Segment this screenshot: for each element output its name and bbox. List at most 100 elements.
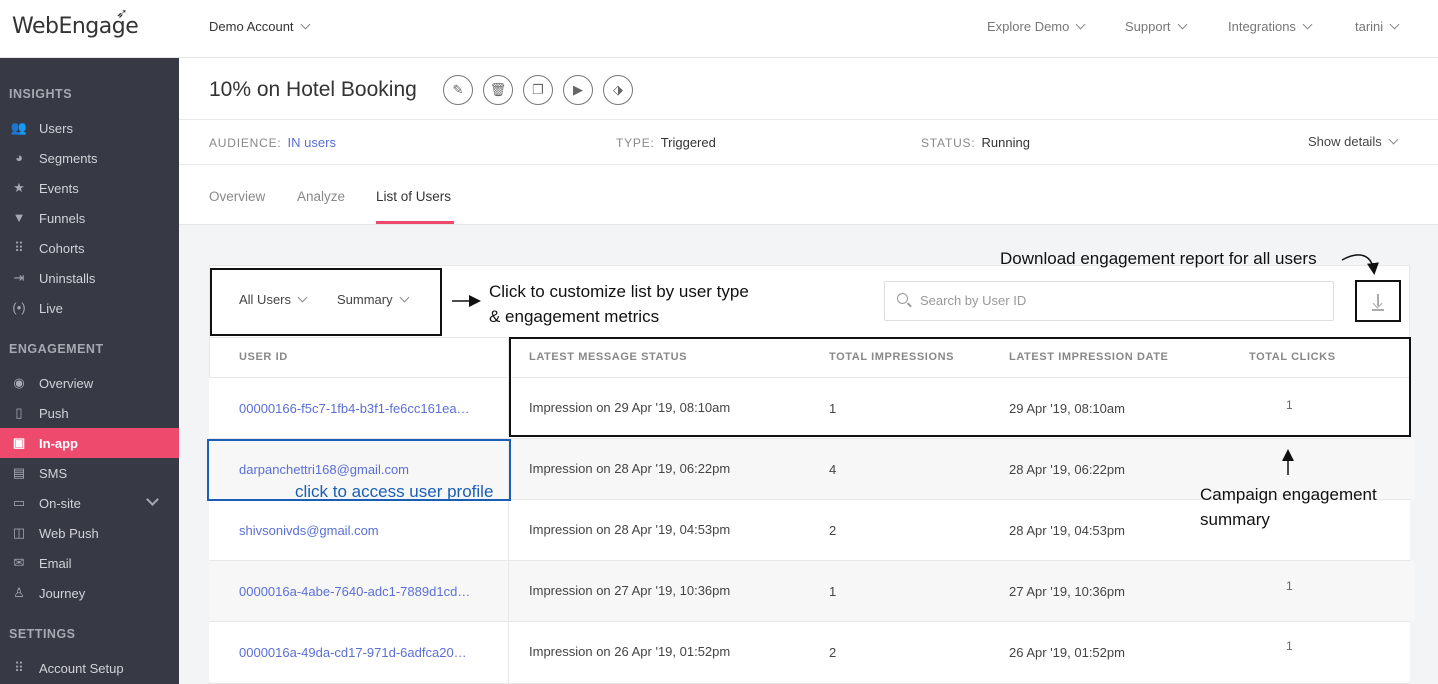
- sidebar-item-label: Overview: [39, 376, 94, 391]
- sidebar-item-label: Cohorts: [39, 241, 85, 256]
- chevron-down-icon: [1389, 19, 1400, 30]
- sidebar-item-events[interactable]: ★ Events: [0, 173, 179, 203]
- latest-impression-date: 27 Apr '19, 10:36pm: [1009, 584, 1125, 599]
- user-id-link[interactable]: shivsonivds@gmail.com: [239, 523, 379, 538]
- funnel-icon: ▼: [12, 210, 26, 225]
- sidebar-section-engagement: ENGAGEMENT: [9, 342, 104, 356]
- audience-meta: AUDIENCE: IN users: [209, 135, 336, 150]
- user-id-link[interactable]: 0000016a-49da-cd17-971d-6adfca20…: [239, 645, 467, 660]
- sidebar-section-insights: INSIGHTS: [9, 87, 73, 101]
- sidebar-item-uninstalls[interactable]: ⇥ Uninstalls: [0, 263, 179, 293]
- sidebar-item-overview[interactable]: ◉ Overview: [0, 368, 179, 398]
- webengage-logo[interactable]: WebEngage ➶: [12, 6, 139, 39]
- audience-key: AUDIENCE:: [209, 136, 282, 150]
- campaign-header: 10% on Hotel Booking ✎ 🗑 ❐ ▶ ⬗ AUDIENCE:…: [179, 58, 1438, 225]
- sidebar-item-label: Email: [39, 556, 72, 571]
- user-menu[interactable]: tarini: [1355, 19, 1400, 34]
- inapp-icon: ▣: [12, 435, 26, 450]
- audience-link[interactable]: IN users: [288, 135, 336, 150]
- download-button[interactable]: [1355, 280, 1401, 322]
- sidebar-item-label: Account Setup: [39, 661, 124, 676]
- sidebar-item-label: Uninstalls: [39, 271, 96, 286]
- message-status: Impression on 28 Apr '19, 04:53pm: [529, 522, 731, 537]
- sidebar-item-account-setup[interactable]: ⠿ Account Setup: [0, 653, 179, 683]
- profile-annotation: click to access user profile: [295, 482, 494, 501]
- divider: [209, 621, 1410, 622]
- total-impressions: 1: [829, 584, 837, 599]
- tab-overview[interactable]: Overview: [209, 189, 265, 204]
- sidebar-section-settings: SETTINGS: [9, 627, 76, 641]
- chevron-down-icon: [1177, 19, 1187, 30]
- chevron-down-icon: [1075, 19, 1086, 30]
- tag-icon[interactable]: ⬗: [603, 75, 633, 105]
- users-icon: 👥: [10, 120, 28, 135]
- user-id-link[interactable]: 0000016a-4abe-7640-adc1-7889d1cd…: [239, 584, 470, 599]
- top-bar: WebEngage ➶ Demo Account Explore Demo Sup…: [0, 0, 1438, 58]
- engagement-summary-highlight-box: [509, 337, 1411, 437]
- search-box[interactable]: [884, 281, 1334, 321]
- support-label: Support: [1125, 19, 1171, 34]
- email-icon: ✉: [13, 555, 25, 570]
- message-status: Impression on 27 Apr '19, 10:36pm: [529, 583, 731, 598]
- tab-analyze[interactable]: Analyze: [297, 189, 345, 204]
- column-header-user-id: USER ID: [239, 351, 288, 363]
- latest-impression-date: 28 Apr '19, 06:22pm: [1009, 462, 1125, 477]
- divider: [179, 119, 1438, 120]
- show-details-toggle[interactable]: Show details: [1308, 134, 1399, 149]
- search-icon: [897, 293, 908, 304]
- latest-impression-date: 28 Apr '19, 04:53pm: [1009, 523, 1125, 538]
- sidebar-item-email[interactable]: ✉ Email: [0, 548, 179, 578]
- sidebar-item-on-site[interactable]: ▭ On-site: [0, 488, 179, 518]
- search-input[interactable]: [920, 293, 1320, 308]
- chevron-down-icon: [1388, 134, 1399, 145]
- copy-icon[interactable]: ❐: [523, 75, 553, 105]
- support-menu[interactable]: Support: [1125, 19, 1187, 34]
- integrations-label: Integrations: [1228, 19, 1296, 34]
- message-status: Impression on 26 Apr '19, 01:52pm: [529, 644, 731, 659]
- onsite-icon: ▭: [12, 495, 26, 510]
- sidebar-item-label: Journey: [39, 586, 86, 601]
- grid-icon: ⠿: [14, 240, 24, 255]
- sidebar-item-label: Users: [39, 121, 73, 136]
- summary-annotation-line1: Campaign engagement: [1200, 485, 1377, 504]
- sidebar-item-journey[interactable]: ♙ Journey: [0, 578, 179, 608]
- total-impressions: 2: [829, 523, 837, 538]
- sidebar-item-web-push[interactable]: ◫ Web Push: [0, 518, 179, 548]
- total-impressions: 2: [829, 645, 837, 660]
- sidebar-item-live[interactable]: (•) Live: [0, 293, 179, 323]
- phone-icon: ▯: [15, 405, 23, 420]
- tab-list-of-users[interactable]: List of Users: [376, 189, 451, 204]
- sidebar-item-segments[interactable]: ◕ Segments: [0, 143, 179, 173]
- sidebar-item-sms[interactable]: ▤ SMS: [0, 458, 179, 488]
- sms-icon: ▤: [12, 465, 26, 480]
- pie-icon: ◕: [15, 150, 23, 165]
- account-selector[interactable]: Demo Account: [209, 19, 310, 34]
- total-clicks: 1: [1286, 579, 1293, 593]
- explore-demo-menu[interactable]: Explore Demo: [987, 19, 1086, 34]
- eye-icon: ◉: [13, 375, 25, 390]
- filter-highlight-box: [210, 268, 442, 336]
- user-name-label: tarini: [1355, 19, 1384, 34]
- play-icon[interactable]: ▶: [563, 75, 593, 105]
- user-id-link[interactable]: 00000166-f5c7-1fb4-b3f1-fe6cc161ea…: [239, 401, 470, 416]
- edit-icon[interactable]: ✎: [443, 75, 473, 105]
- sidebar-item-funnels[interactable]: ▼ Funnels: [0, 203, 179, 233]
- sidebar-item-cohorts[interactable]: ⠿ Cohorts: [0, 233, 179, 263]
- divider: [179, 164, 1438, 165]
- sidebar-item-in-app[interactable]: ▣ In-app: [0, 428, 179, 458]
- journey-icon: ♙: [13, 585, 25, 600]
- sidebar-item-push[interactable]: ▯ Push: [0, 398, 179, 428]
- sidebar-item-label: On-site: [39, 496, 81, 511]
- sidebar-item-label: In-app: [39, 436, 78, 451]
- sidebar-item-users[interactable]: 👥 Users: [0, 113, 179, 143]
- chevron-down-icon: [1302, 19, 1313, 30]
- download-icon-base: [1372, 309, 1384, 311]
- sidebar: INSIGHTS 👥 Users ◕ Segments ★ Events ▼ Funne…: [0, 58, 179, 684]
- integrations-menu[interactable]: Integrations: [1228, 19, 1313, 34]
- chevron-down-icon[interactable]: [146, 493, 159, 506]
- status-meta: STATUS: Running: [921, 135, 1030, 150]
- customize-annotation-line1: Click to customize list by user type: [489, 282, 749, 301]
- download-annotation: Download engagement report for all users: [1000, 249, 1317, 268]
- grid-icon: ⠿: [14, 660, 24, 675]
- delete-icon[interactable]: 🗑: [483, 75, 513, 105]
